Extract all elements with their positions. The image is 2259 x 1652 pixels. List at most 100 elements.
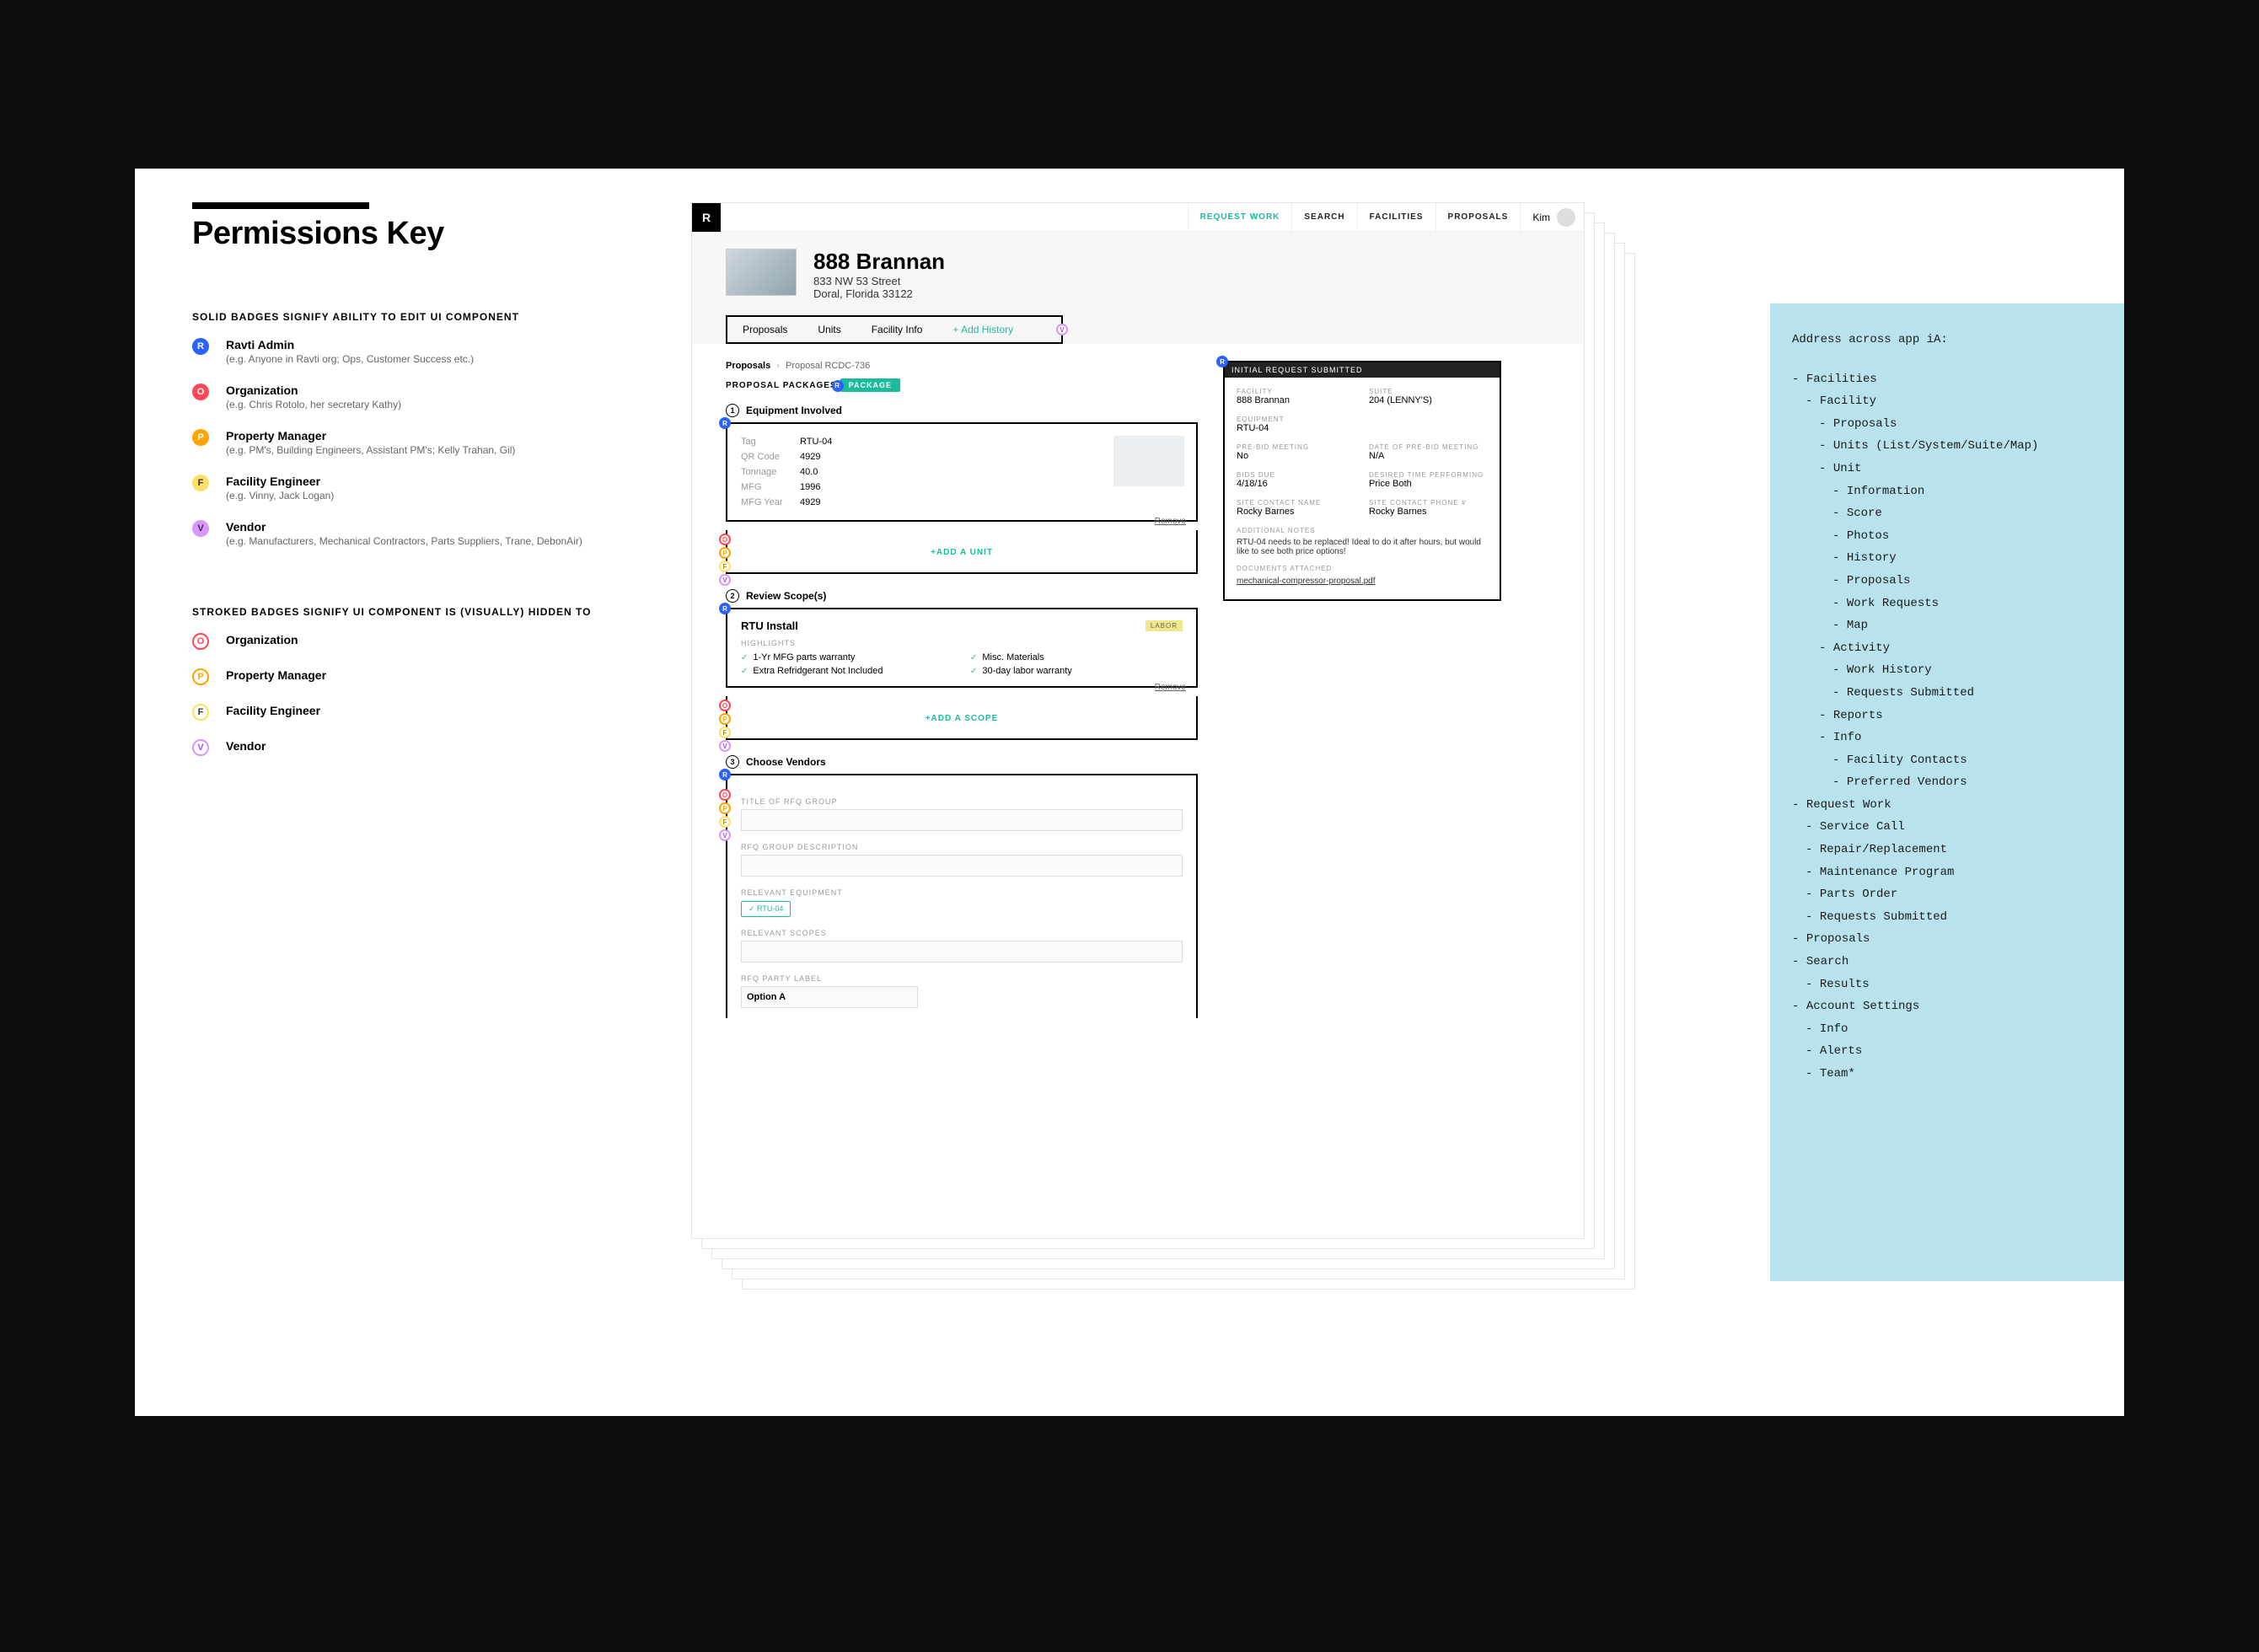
ia-node: Info <box>1792 1018 2102 1041</box>
remove-link[interactable]: Remove <box>1155 683 1186 692</box>
equipment-row: MFG Year4929 <box>741 495 1183 510</box>
suite-value: 204 (LENNY'S) <box>1369 395 1488 405</box>
scope-tag: LABOR <box>1146 620 1183 631</box>
equipment-chip[interactable]: RTU-04 <box>741 901 791 917</box>
ia-node: Map <box>1792 614 2102 637</box>
package-badge[interactable]: PACKAGE <box>840 378 900 392</box>
key-name: Vendor <box>226 520 582 534</box>
step-1-number: 1 <box>726 404 739 417</box>
key-name: Vendor <box>226 739 266 753</box>
f-badge-icon: F <box>192 475 209 491</box>
ia-node: Requests Submitted <box>1792 682 2102 705</box>
ia-node: Service Call <box>1792 816 2102 839</box>
tab-proposals[interactable]: Proposals <box>727 317 802 342</box>
org-badge-icon: O <box>719 700 731 711</box>
step-2-number: 2 <box>726 589 739 603</box>
ia-node: Proposals <box>1792 928 2102 951</box>
fe-badge-icon: F <box>719 816 731 828</box>
key-item-stroked-v: V Vendor <box>192 739 639 756</box>
add-unit-button[interactable]: +ADD A UNIT <box>931 548 993 557</box>
key-item-f: F Facility Engineer (e.g. Vinny, Jack Lo… <box>192 475 639 502</box>
app-frame: R REQUEST WORK SEARCH FACILITIES PROPOSA… <box>691 202 1585 1239</box>
site-header: 888 Brannan 833 NW 53 Street Doral, Flor… <box>692 232 1584 344</box>
stroked-badges-heading: STROKED BADGES SIGNIFY UI COMPONENT IS (… <box>192 606 639 618</box>
request-card-title: INITIAL REQUEST SUBMITTED <box>1225 362 1500 378</box>
nav-request-work[interactable]: REQUEST WORK <box>1188 203 1292 231</box>
highlights-label: HIGHLIGHTS <box>741 639 1183 647</box>
key-name: Property Manager <box>226 429 515 442</box>
key-item-stroked-o: O Organization <box>192 633 639 650</box>
avatar[interactable] <box>1557 208 1575 227</box>
nav-proposals[interactable]: PROPOSALS <box>1435 203 1521 231</box>
app-logo[interactable]: R <box>692 203 721 232</box>
equipment-box: R TagRTU-04QR Code4929Tonnage40.0MFG1996… <box>726 422 1198 522</box>
vendor-badge-icon: V <box>719 829 731 841</box>
ia-node: Info <box>1792 727 2102 749</box>
key-name: Facility Engineer <box>226 704 320 717</box>
ia-node: Requests Submitted <box>1792 906 2102 929</box>
nav-user-name[interactable]: Kim <box>1520 203 1557 231</box>
key-name: Organization <box>226 384 401 397</box>
ia-node: Proposals <box>1792 570 2102 593</box>
ia-node: Activity <box>1792 637 2102 660</box>
breadcrumb: Proposals › Proposal RCDC-736 <box>726 361 1198 371</box>
ravti-badge-icon: R <box>719 769 731 780</box>
tab-add-history[interactable]: + Add History <box>937 317 1028 342</box>
ia-node: Parts Order <box>1792 883 2102 906</box>
ia-node: Search <box>1792 951 2102 974</box>
rfq-title-input[interactable] <box>741 809 1183 831</box>
p-badge-stroked-icon: P <box>192 668 209 685</box>
bids-due-value: 4/18/16 <box>1237 479 1355 489</box>
tab-units[interactable]: Units <box>802 317 856 342</box>
rfq-party-input[interactable] <box>741 986 918 1008</box>
initial-request-card: R INITIAL REQUEST SUBMITTED FACILITY888 … <box>1223 361 1501 601</box>
proposal-builder-column: Proposals › Proposal RCDC-736 PROPOSAL P… <box>726 361 1198 1027</box>
pm-badge-icon: P <box>719 713 731 725</box>
nav-search[interactable]: SEARCH <box>1291 203 1356 231</box>
ia-node: Team* <box>1792 1063 2102 1086</box>
remove-link[interactable]: Remove <box>1155 517 1186 526</box>
facility-value: 888 Brannan <box>1237 395 1355 405</box>
ia-node: Information <box>1792 480 2102 503</box>
add-scope-button[interactable]: +ADD A SCOPE <box>926 714 999 723</box>
vendor-badge-icon: V <box>719 574 731 586</box>
nav-facilities[interactable]: FACILITIES <box>1357 203 1435 231</box>
scope-title: RTU Install <box>741 620 798 632</box>
ia-node: Maintenance Program <box>1792 861 2102 884</box>
page-title: Permissions Key <box>192 216 639 252</box>
ia-node: Facility Contacts <box>1792 749 2102 772</box>
equipment-value: RTU-04 <box>1237 423 1488 433</box>
ravti-badge-icon: R <box>1216 356 1228 367</box>
permissions-key-panel: Permissions Key SOLID BADGES SIGNIFY ABI… <box>192 202 639 775</box>
rfq-scopes-label: RELEVANT SCOPES <box>741 929 1183 937</box>
rfq-scopes-input[interactable] <box>741 941 1183 963</box>
ia-node: History <box>1792 547 2102 570</box>
rfq-desc-input[interactable] <box>741 855 1183 877</box>
v-badge-stroked-icon: V <box>192 739 209 756</box>
pm-badge-icon: P <box>719 547 731 559</box>
ia-node: Reports <box>1792 705 2102 727</box>
ia-node: Account Settings <box>1792 995 2102 1018</box>
ravti-badge-icon: R <box>719 603 731 614</box>
solid-badges-heading: SOLID BADGES SIGNIFY ABILITY TO EDIT UI … <box>192 311 639 323</box>
key-desc: (e.g. Vinny, Jack Logan) <box>226 490 334 502</box>
step-3-title: Choose Vendors <box>746 756 826 768</box>
f-badge-stroked-icon: F <box>192 704 209 721</box>
key-desc: (e.g. Manufacturers, Mechanical Contract… <box>226 535 582 547</box>
highlight-item: 1-Yr MFG parts warranty <box>741 652 953 662</box>
ia-node: Preferred Vendors <box>1792 771 2102 794</box>
key-item-r: R Ravti Admin (e.g. Anyone in Ravti org;… <box>192 338 639 365</box>
vendor-badge-icon: V <box>719 740 731 752</box>
org-badge-icon: O <box>719 534 731 545</box>
document-link[interactable]: mechanical-compressor-proposal.pdf <box>1237 577 1376 586</box>
breadcrumb-root[interactable]: Proposals <box>726 361 770 371</box>
ia-node: Work History <box>1792 659 2102 682</box>
site-tabs: Proposals Units Facility Info + Add Hist… <box>726 315 1063 344</box>
fe-badge-icon: F <box>719 560 731 572</box>
breadcrumb-current: Proposal RCDC-736 <box>786 361 870 371</box>
step-3-number: 3 <box>726 755 739 769</box>
key-item-o: O Organization (e.g. Chris Rotolo, her s… <box>192 384 639 410</box>
key-name: Property Manager <box>226 668 326 682</box>
tab-facility-info[interactable]: Facility Info <box>856 317 938 342</box>
highlight-item: Misc. Materials <box>970 652 1183 662</box>
